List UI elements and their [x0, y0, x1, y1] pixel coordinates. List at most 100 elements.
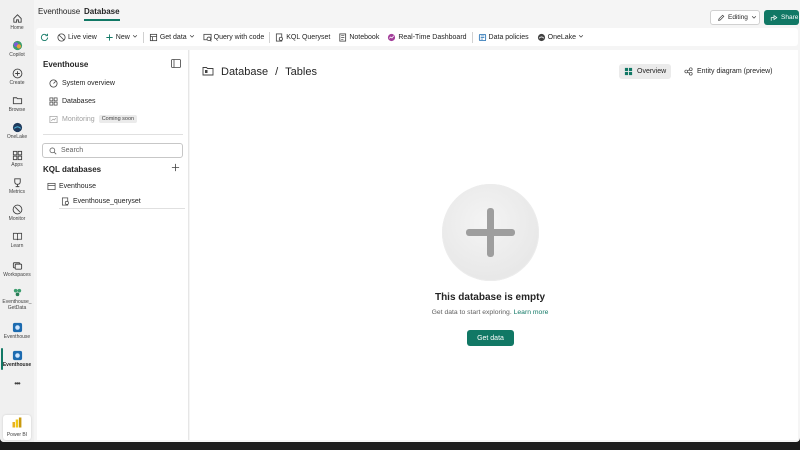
chevron-down-icon	[132, 33, 138, 41]
pencil-icon	[716, 13, 725, 22]
chevron-down-icon	[578, 33, 584, 41]
eventhouse-active-icon	[11, 349, 23, 361]
pane-title: Eventhouse	[43, 60, 89, 69]
explorer-pane: Eventhouse System overview Databases Mon…	[37, 50, 189, 440]
live-view-icon	[57, 32, 66, 42]
get-data-button[interactable]: Get data	[145, 28, 199, 46]
tab-eventhouse[interactable]: Eventhouse	[38, 7, 80, 19]
search-placeholder: Search	[61, 147, 84, 154]
left-rail: Home Copilot Create Browse OneLake Apps …	[0, 0, 34, 442]
nav-label: System overview	[62, 79, 115, 87]
get-data-button-main[interactable]: Get data	[467, 330, 514, 346]
empty-state-text: Get data to start exploring.	[431, 309, 512, 316]
power-bi-icon	[12, 417, 22, 430]
rail-item-browse[interactable]: Browse	[0, 94, 34, 113]
refresh-button[interactable]	[36, 28, 53, 46]
metrics-icon	[11, 176, 23, 188]
rail-item-workspaces[interactable]: Workspaces	[0, 259, 34, 278]
nav-databases[interactable]: Databases	[49, 95, 95, 107]
pane-divider	[43, 134, 183, 135]
rail-item-eventhouse-getdata[interactable]: Eventhouse_ GetData	[0, 286, 34, 311]
kql-queryset-button[interactable]: KQL Queryset	[271, 28, 334, 46]
editing-mode-button[interactable]: Editing	[710, 10, 760, 25]
rail-label: Workspaces	[3, 272, 31, 278]
tree-item-queryset[interactable]: Eventhouse_queryset	[61, 195, 141, 207]
rail-item-onelake[interactable]: OneLake	[0, 121, 34, 140]
share-button[interactable]: Share	[764, 10, 799, 25]
power-bi-label: Power BI	[6, 432, 28, 438]
rail-item-eventhouse[interactable]: Eventhouse	[0, 321, 34, 340]
realtime-dashboard-icon	[387, 33, 396, 42]
databases-icon	[49, 97, 58, 106]
database-icon	[202, 65, 214, 79]
eventhouse-icon	[11, 321, 23, 333]
rail-item-apps[interactable]: Apps	[0, 149, 34, 168]
rail-item-eventhouse-active[interactable]: Eventhouse	[0, 349, 34, 368]
rail-label: Eventhouse	[2, 362, 32, 368]
power-bi-switcher[interactable]: Power BI	[3, 415, 31, 440]
eventhouse-getdata-icon	[11, 286, 23, 298]
overview-view-button[interactable]: Overview	[619, 64, 672, 79]
rail-label: Copilot	[9, 52, 25, 58]
monitor-icon	[11, 203, 23, 215]
rail-label: Home	[10, 25, 24, 31]
live-view-label: Live view	[68, 33, 97, 41]
new-label: New	[115, 33, 130, 41]
browse-icon	[11, 94, 23, 106]
rail-more-button[interactable]: •••	[0, 380, 34, 388]
onelake-label: OneLake	[547, 33, 577, 41]
onelake-icon	[11, 121, 23, 133]
onelake-button[interactable]: OneLake	[533, 28, 588, 46]
tree-item-database[interactable]: Eventhouse	[47, 180, 96, 192]
tab-database[interactable]: Database	[84, 7, 120, 21]
toolbar-divider	[142, 31, 144, 43]
rail-item-metrics[interactable]: Metrics	[0, 176, 34, 195]
rail-item-monitor[interactable]: Monitor	[0, 203, 34, 222]
ribbon-toolbar: Live view New Get data Query with code K…	[36, 28, 798, 46]
refresh-icon	[40, 33, 49, 42]
learn-more-link[interactable]: Learn more	[514, 309, 549, 316]
new-button[interactable]: New	[101, 28, 142, 46]
rail-item-learn[interactable]: Learn	[0, 230, 34, 249]
toolbar-divider	[471, 31, 473, 43]
realtime-dashboard-button[interactable]: Real-Time Dashboard	[383, 28, 470, 46]
entity-diagram-view-button[interactable]: Entity diagram (preview)	[679, 64, 777, 79]
data-policies-button[interactable]: Data policies	[474, 28, 533, 46]
empty-state-title: This database is empty	[434, 292, 546, 303]
search-box[interactable]: Search	[42, 143, 183, 158]
notebook-button[interactable]: Notebook	[334, 28, 383, 46]
kql-databases-heading: KQL databases	[43, 165, 102, 174]
nav-system-overview[interactable]: System overview	[49, 77, 115, 89]
get-data-icon	[149, 33, 158, 42]
nav-label: Databases	[62, 97, 96, 105]
rail-label: Create	[9, 80, 25, 86]
rail-label: GetData	[7, 305, 27, 311]
rail-label: Monitor	[8, 216, 26, 222]
app-frame: Home Copilot Create Browse OneLake Apps …	[0, 0, 800, 442]
tree-label: Eventhouse	[59, 182, 96, 190]
add-database-icon[interactable]	[171, 163, 180, 175]
live-view-button[interactable]: Live view	[53, 28, 101, 46]
tree-label: Eventhouse_queryset	[73, 197, 141, 205]
rail-item-create[interactable]: Create	[0, 67, 34, 86]
collapse-pane-icon[interactable]	[171, 59, 181, 70]
get-data-label: Get data	[159, 33, 187, 41]
queryset-icon	[61, 197, 70, 206]
kql-database-icon	[47, 182, 56, 191]
query-with-code-button[interactable]: Query with code	[199, 28, 269, 46]
share-label: Share	[781, 14, 799, 21]
create-icon	[11, 67, 23, 79]
rail-label: Eventhouse	[3, 334, 31, 340]
breadcrumb-database[interactable]: Database	[221, 66, 268, 78]
rail-item-home[interactable]: Home	[0, 12, 34, 31]
search-icon	[48, 146, 57, 155]
rail-item-copilot[interactable]: Copilot	[0, 39, 34, 58]
empty-state-illustration	[442, 184, 539, 281]
query-with-code-label: Query with code	[213, 33, 265, 41]
chevron-down-icon	[189, 33, 195, 41]
plus-icon-vertical	[487, 208, 494, 257]
main-content: Database / Tables Overview Entity diagra…	[190, 50, 798, 440]
rail-label: Browse	[8, 107, 26, 113]
kql-queryset-label: KQL Queryset	[286, 33, 331, 41]
rail-label: Metrics	[8, 189, 26, 195]
